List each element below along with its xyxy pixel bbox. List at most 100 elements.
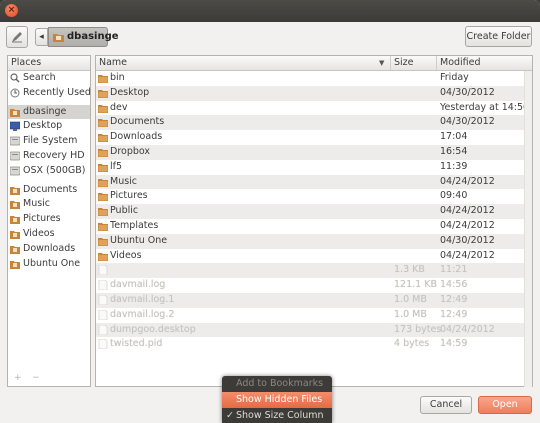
folder-icon: [98, 148, 108, 157]
file-row[interactable]: bin Friday: [96, 71, 524, 86]
file-name: Public: [110, 205, 139, 217]
sidebar-item-downloads[interactable]: Downloads: [8, 242, 90, 257]
file-name: twisted.pid: [110, 338, 163, 350]
file-row[interactable]: Downloads 17:04: [96, 130, 524, 145]
file-row[interactable]: davmail.log 121.1 KB 14:56: [96, 278, 524, 293]
folder-icon: [10, 201, 20, 210]
menu-item-add-to-bookmarks[interactable]: Add to Bookmarks: [222, 376, 332, 392]
file-row[interactable]: Desktop 04/30/2012: [96, 85, 524, 101]
menu-item-label: Show Size Column: [236, 410, 324, 421]
sidebar-item-file-system[interactable]: File System: [8, 134, 90, 149]
file-modified: 04/30/2012: [440, 86, 495, 98]
folder-icon: [98, 252, 108, 261]
path-crumb-label: dbasinge: [67, 31, 119, 42]
file-row[interactable]: Dropbox 16:54: [96, 144, 524, 160]
sidebar-item-dbasinge[interactable]: dbasinge: [8, 104, 90, 120]
menu-item-show-size-column[interactable]: ✓ Show Size Column: [222, 408, 332, 423]
sidebar-item-search[interactable]: Search: [8, 71, 90, 86]
column-header-size[interactable]: Size: [391, 56, 437, 70]
folder-icon: [98, 163, 108, 172]
sidebar-item-label: Pictures: [23, 213, 61, 225]
file-icon: [98, 265, 108, 276]
sidebar-item-label: File System: [23, 135, 78, 147]
folder-icon: [98, 75, 108, 83]
titlebar: ×: [0, 0, 540, 22]
file-name: Dropbox: [110, 145, 151, 157]
file-icon: [98, 294, 108, 305]
sidebar-item-label: Recently Used: [23, 86, 91, 98]
file-size: 1.0 MB: [394, 293, 427, 305]
file-name: davmail.log: [110, 279, 166, 291]
folder-icon: [98, 208, 108, 217]
sidebar-item-label: Search: [23, 72, 56, 83]
file-chooser-dialog: × ◂ dbasinge Create Folder Places Search…: [0, 0, 540, 423]
file-icon: [98, 280, 108, 291]
file-row[interactable]: Templates 04/24/2012: [96, 219, 524, 234]
file-row[interactable]: Documents 04/30/2012: [96, 115, 524, 131]
file-size: 4 bytes: [394, 338, 430, 350]
sidebar-item-music[interactable]: Music: [8, 197, 90, 212]
file-modified: 04/24/2012: [440, 175, 495, 187]
file-modified: 11:21: [440, 264, 468, 276]
file-modified: 04/24/2012: [440, 205, 495, 217]
sidebar-item-label: dbasinge: [23, 105, 67, 117]
file-row[interactable]: Ubuntu One 04/30/2012: [96, 233, 524, 249]
menu-item-show-hidden-files[interactable]: Show Hidden Files: [222, 392, 332, 408]
type-location-button[interactable]: [6, 26, 28, 48]
close-button[interactable]: ×: [5, 4, 18, 17]
sidebar-item-osx[interactable]: OSX (500GB): [8, 164, 90, 179]
folder-icon: [98, 89, 108, 98]
file-row[interactable]: Pictures 09:40: [96, 189, 524, 204]
file-row[interactable]: dumpgoo.desktop 173 bytes 04/24/2012: [96, 322, 524, 338]
sidebar-item-videos[interactable]: Videos: [8, 227, 90, 242]
sidebar-item-ubuntu-one[interactable]: Ubuntu One: [8, 257, 90, 272]
sidebar-item-documents[interactable]: Documents: [8, 183, 90, 198]
file-row[interactable]: davmail.log.1 1.0 MB 12:49: [96, 292, 524, 308]
file-modified: 04/24/2012: [440, 323, 495, 335]
column-header-name[interactable]: Name: [96, 56, 391, 70]
sidebar-item-pictures[interactable]: Pictures: [8, 212, 90, 227]
file-list: Name ▼ Size Modified bin Friday Desktop 04/…: [95, 55, 533, 387]
pencil-icon: [12, 32, 22, 43]
folder-icon: [98, 193, 108, 202]
folder-icon: [98, 222, 108, 231]
sidebar-item-label: Recovery HD: [23, 149, 85, 161]
file-icon: [98, 339, 108, 350]
folder-icon: [10, 260, 20, 269]
sidebar-item-label: Videos: [23, 227, 55, 239]
path-crumb-current[interactable]: dbasinge: [48, 27, 119, 47]
file-row[interactable]: Videos 04/24/2012: [96, 249, 524, 264]
file-modified: 04/24/2012: [440, 219, 495, 231]
file-row[interactable]: Public 04/24/2012: [96, 204, 524, 219]
file-name: Pictures: [110, 190, 148, 202]
file-name: davmail.log.1: [110, 293, 175, 305]
remove-bookmark-icon[interactable]: −: [32, 373, 40, 383]
open-button[interactable]: Open: [478, 396, 532, 414]
file-modified: 14:56: [440, 279, 468, 291]
search-icon: [10, 73, 20, 83]
create-folder-button[interactable]: Create Folder: [465, 26, 532, 47]
places-header[interactable]: Places: [8, 56, 90, 71]
folder-icon: [98, 119, 108, 128]
file-row[interactable]: twisted.pid 4 bytes 14:59: [96, 337, 524, 352]
file-row[interactable]: Music 04/24/2012: [96, 174, 524, 190]
file-name: davmail.log.2: [110, 308, 175, 320]
check-icon: ✓: [226, 410, 234, 421]
file-row[interactable]: dev Yesterday at 14:50: [96, 101, 529, 116]
column-header-modified[interactable]: Modified: [437, 56, 532, 70]
file-name: lf5: [110, 160, 123, 172]
add-bookmark-icon[interactable]: +: [14, 373, 22, 383]
sidebar-item-desktop[interactable]: Desktop: [8, 119, 90, 134]
file-row[interactable]: davmail.log.2 1.0 MB 12:49: [96, 308, 524, 323]
sidebar-item-recovery-hd[interactable]: Recovery HD: [8, 149, 90, 164]
file-row[interactable]: lf5 11:39: [96, 160, 524, 175]
file-name: dumpgoo.desktop: [110, 323, 196, 335]
cancel-button[interactable]: Cancel: [420, 396, 472, 414]
scrollbar[interactable]: [524, 71, 532, 387]
sidebar-item-label: Desktop: [23, 120, 63, 132]
file-row[interactable]: 1.3 KB 11:21: [96, 263, 524, 279]
sidebar-item-label: Downloads: [23, 242, 76, 254]
path-back-button[interactable]: ◂: [35, 28, 48, 46]
sidebar-item-recently-used[interactable]: Recently Used: [8, 86, 91, 101]
file-size: 1.3 KB: [394, 264, 425, 276]
